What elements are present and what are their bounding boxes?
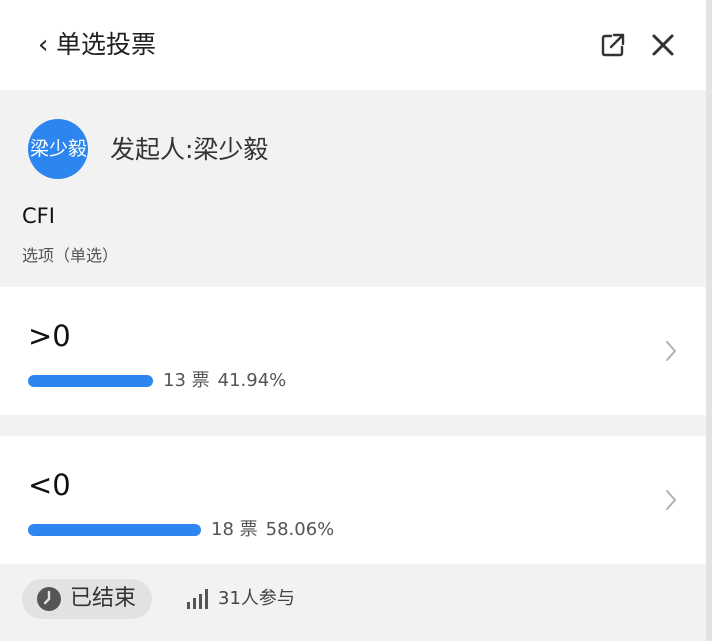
option-stats: 13 票 41.94% (163, 369, 286, 393)
page-title: 单选投票 (56, 30, 157, 59)
chevron-right-icon (666, 490, 676, 510)
vote-count: 13 票 (163, 370, 210, 391)
open-external-button[interactable] (600, 32, 626, 58)
back-button[interactable]: ‹ (38, 30, 48, 60)
window-edge (706, 0, 712, 641)
vote-percent: 58.06% (265, 519, 335, 540)
option-stats: 18 票 58.06% (211, 518, 334, 542)
avatar[interactable]: 梁少毅 (28, 119, 88, 179)
status-text: 已结束 (70, 586, 137, 611)
poll-type-label: 选项（单选） (22, 246, 119, 265)
vote-percent: 41.94% (217, 370, 287, 391)
chevron-right-icon (666, 341, 676, 361)
poll-info: 梁少毅 发起人:梁少毅 CFI 选项（单选） (0, 90, 706, 287)
close-icon (652, 34, 674, 56)
footer: 已结束 31人参与 (0, 564, 706, 641)
header: ‹ 单选投票 (0, 0, 706, 90)
poll-question: CFI (22, 204, 55, 228)
vote-bar (28, 375, 153, 387)
vote-count: 18 票 (211, 519, 258, 540)
bar-chart-icon (187, 589, 208, 609)
option-label: <0 (28, 468, 71, 502)
option-label: >0 (28, 319, 71, 353)
vote-bar (28, 524, 201, 536)
open-external-icon (601, 33, 625, 57)
status-badge: 已结束 (22, 579, 153, 619)
poll-option[interactable]: >0 13 票 41.94% (0, 287, 706, 415)
initiator-label: 发起人:梁少毅 (110, 135, 269, 164)
clock-icon (37, 587, 61, 611)
participants-info: 31人参与 (186, 588, 295, 610)
close-button[interactable] (650, 32, 676, 58)
poll-option[interactable]: <0 18 票 58.06% (0, 436, 706, 564)
participants-count: 31人参与 (218, 588, 295, 609)
